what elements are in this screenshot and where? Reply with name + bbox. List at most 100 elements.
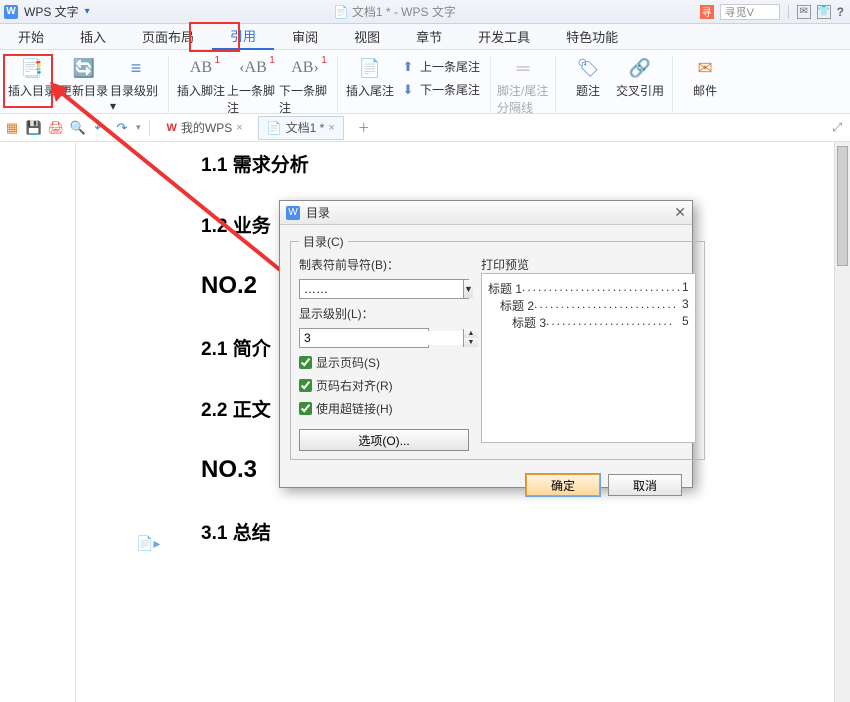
tab-leader-label: 制表符前导符(B)：: [299, 256, 469, 273]
cross-ref-label: 交叉引用: [616, 82, 664, 99]
mail-button[interactable]: ✉ 邮件: [679, 56, 731, 99]
toc-level-button[interactable]: ≡ 目录级别▾: [110, 56, 162, 113]
collapse-tabbar-icon[interactable]: ⤢: [832, 120, 850, 135]
close-icon[interactable]: ×: [236, 122, 242, 134]
tab-page-layout[interactable]: 页面布局: [124, 24, 212, 50]
heading-1-1: 1.1 需求分析: [201, 150, 850, 177]
tab-chapter[interactable]: 章节: [398, 24, 460, 50]
quick-access-row: ▦ 💾 🖨 🔍 ↶ ↷ ▾ W 我的WPS × 📄 文档1 * × ＋ ⤢: [0, 114, 850, 142]
right-align-label: 页码右对齐(R): [316, 377, 393, 394]
insert-footnote-label: 插入脚注: [177, 82, 225, 99]
insert-endnote-label: 插入尾注: [346, 82, 394, 99]
toc-dialog: W 目录 ✕ 目录(C) 制表符前导符(B)： ▼ 显示级别(L)： ▲: [279, 200, 693, 488]
caption-icon: 🏷: [576, 56, 600, 80]
tab-dev-tools[interactable]: 开发工具: [460, 24, 548, 50]
tab-insert[interactable]: 插入: [62, 24, 124, 50]
feedback-icon[interactable]: ✉: [797, 5, 811, 19]
tab-special[interactable]: 特色功能: [548, 24, 636, 50]
prev-endnote-button[interactable]: ⬆上一条尾注: [396, 56, 484, 77]
dialog-close-icon[interactable]: ✕: [674, 204, 686, 221]
combo-dropdown-icon[interactable]: ▼: [463, 280, 473, 298]
spinner-up-icon[interactable]: ▲: [464, 329, 478, 338]
insert-endnote-button[interactable]: 📄 插入尾注: [344, 56, 396, 99]
skin-icon-2[interactable]: 👕: [817, 5, 831, 19]
caption-button[interactable]: 🏷 题注: [562, 56, 614, 99]
tab-references[interactable]: 引用: [212, 24, 274, 50]
app-name: WPS 文字: [24, 3, 79, 20]
next-endnote-label: 下一条尾注: [420, 81, 480, 98]
next-footnote-icon: AB›1: [293, 56, 317, 80]
skin-icon[interactable]: 寻: [700, 5, 714, 19]
update-toc-icon: 🔄: [72, 56, 96, 80]
update-toc-label: 更新目录: [60, 82, 108, 99]
app-icon: W: [4, 5, 18, 19]
insert-toc-button[interactable]: 📑 插入目录: [6, 56, 58, 99]
endnote-icon: 📄: [358, 56, 382, 80]
next-endnote-icon: ⬇: [400, 82, 416, 98]
show-page-label: 显示页码(S): [316, 354, 380, 371]
add-tab-icon[interactable]: ＋: [350, 119, 378, 136]
vertical-scrollbar[interactable]: [834, 142, 850, 702]
insert-footnote-button[interactable]: AB1 插入脚注: [175, 56, 227, 99]
close-icon[interactable]: ×: [328, 122, 334, 134]
tab-review[interactable]: 审阅: [274, 24, 336, 50]
separator-label: 脚注/尾注分隔线: [497, 82, 549, 116]
show-page-checkbox[interactable]: 显示页码(S): [299, 354, 469, 371]
ribbon: 📑 插入目录 🔄 更新目录 ≡ 目录级别▾ AB1 插入脚注 ‹AB1 上一条脚…: [0, 50, 850, 114]
caption-label: 题注: [576, 82, 600, 99]
update-toc-button[interactable]: 🔄 更新目录: [58, 56, 110, 99]
next-endnote-button[interactable]: ⬇下一条尾注: [396, 79, 484, 100]
help-icon[interactable]: ?: [837, 5, 844, 19]
spinner-down-icon[interactable]: ▼: [464, 338, 478, 347]
preview-line1-text: 标题 1: [488, 280, 522, 297]
window-title: 📄 文档1 * - WPS 文字: [90, 3, 700, 20]
toc-fieldset-legend: 目录(C): [299, 233, 348, 250]
separator-button[interactable]: ═ 脚注/尾注分隔线: [497, 56, 549, 116]
next-footnote-label: 下一条脚注: [279, 82, 331, 116]
doctab-my-wps[interactable]: W 我的WPS ×: [158, 116, 252, 140]
prev-endnote-icon: ⬆: [400, 59, 416, 75]
show-level-spinner[interactable]: ▲ ▼: [299, 328, 429, 348]
print-preview: 标题 1..............................1 标题 2…: [481, 273, 696, 443]
ok-button[interactable]: 确定: [526, 474, 600, 496]
cross-ref-icon: 🔗: [628, 56, 652, 80]
dialog-title-text: 目录: [306, 204, 330, 221]
show-level-input[interactable]: [300, 331, 463, 345]
tab-view[interactable]: 视图: [336, 24, 398, 50]
preview-line2-text: 标题 2: [500, 297, 534, 314]
mail-label: 邮件: [693, 82, 717, 99]
print-icon[interactable]: 🖨: [48, 120, 64, 136]
options-button[interactable]: 选项(O)...: [299, 429, 469, 451]
dialog-titlebar[interactable]: W 目录 ✕: [280, 201, 692, 225]
preview-line3-text: 标题 3: [512, 314, 546, 331]
right-align-checkbox[interactable]: 页码右对齐(R): [299, 377, 469, 394]
cross-ref-button[interactable]: 🔗 交叉引用: [614, 56, 666, 99]
paragraph-mark-icon: 📄▸: [136, 535, 160, 552]
footnote-icon: AB1: [189, 56, 213, 80]
hyperlink-checkbox[interactable]: 使用超链接(H): [299, 400, 469, 417]
tab-leader-combo[interactable]: ▼: [299, 279, 469, 299]
separator-icon: ═: [511, 56, 535, 80]
toc-level-icon: ≡: [124, 56, 148, 80]
next-footnote-button[interactable]: AB›1 下一条脚注: [279, 56, 331, 116]
mail-icon: ✉: [693, 56, 717, 80]
preview-line1-page: 1: [682, 280, 689, 297]
preview-line2-page: 3: [682, 297, 689, 314]
new-icon[interactable]: ▦: [4, 120, 20, 136]
save-icon[interactable]: 💾: [26, 120, 42, 136]
doctab-doc1-label: 文档1 *: [286, 119, 325, 136]
undo-icon[interactable]: ↶: [92, 120, 108, 136]
scrollbar-thumb[interactable]: [837, 146, 848, 266]
prev-footnote-label: 上一条脚注: [227, 82, 279, 116]
preview-line3-page: 5: [682, 314, 689, 331]
redo-icon[interactable]: ↷: [114, 120, 130, 136]
preview-icon[interactable]: 🔍: [70, 120, 86, 136]
prev-footnote-button[interactable]: ‹AB1 上一条脚注: [227, 56, 279, 116]
tab-leader-input[interactable]: [300, 282, 463, 296]
doctab-doc1[interactable]: 📄 文档1 * ×: [258, 116, 344, 140]
tab-start[interactable]: 开始: [0, 24, 62, 50]
hyperlink-label: 使用超链接(H): [316, 400, 393, 417]
cancel-button[interactable]: 取消: [608, 474, 682, 496]
show-level-label: 显示级别(L)：: [299, 305, 469, 322]
search-box[interactable]: 寻觅V: [720, 4, 780, 20]
